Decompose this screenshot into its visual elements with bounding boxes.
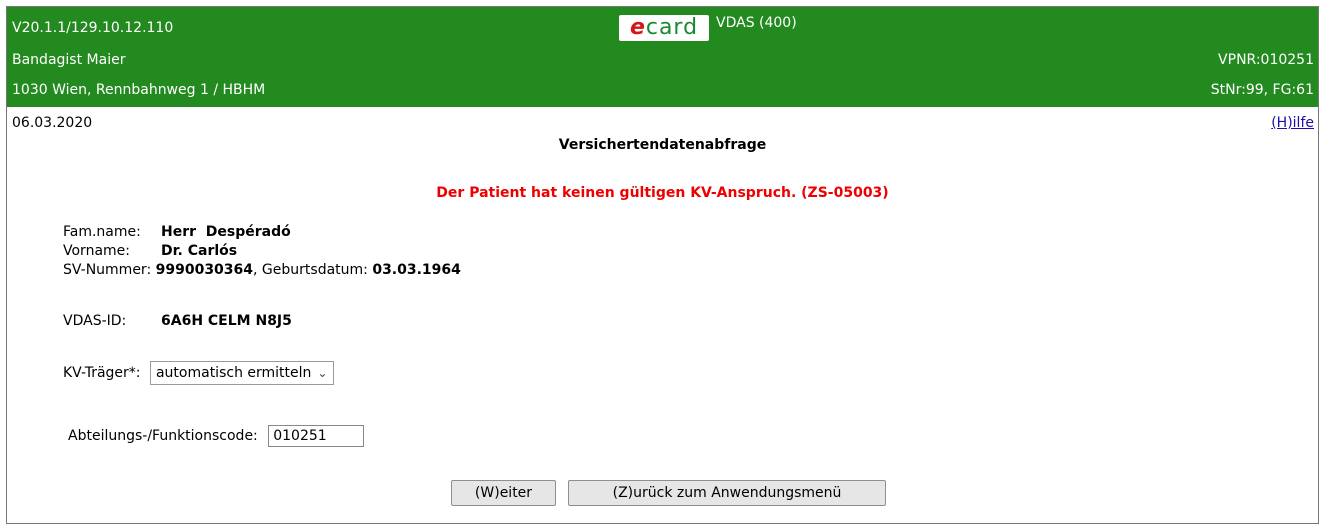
provider-address: 1030 Wien, Rennbahnweg 1 / HBHM <box>12 82 266 98</box>
abteilung-row: Abteilungs-/Funktionscode: 010251 <box>68 425 365 447</box>
weiter-button[interactable]: (W)eiter <box>451 480 556 506</box>
app-title: VDAS (400) <box>716 15 797 31</box>
kv-traeger-selected: automatisch ermitteln <box>155 365 312 381</box>
kv-traeger-label: KV-Träger*: <box>63 365 141 381</box>
famname-row: Fam.name: Herr Despéradó <box>63 223 461 242</box>
header-row-3: 1030 Wien, Rennbahnweg 1 / HBHM StNr:99,… <box>7 82 1318 104</box>
chevron-down-icon: ⌄ <box>317 366 328 380</box>
kv-traeger-select[interactable]: automatisch ermitteln ⌄ <box>149 361 335 385</box>
vorname-label: Vorname: <box>63 243 130 259</box>
geburtsdatum-label: , Geburtsdatum: <box>253 262 368 278</box>
ecard-logo: ecard <box>619 15 709 41</box>
abteilung-input[interactable]: 010251 <box>268 425 365 447</box>
version-text: V20.1.1/129.10.12.110 <box>12 20 174 36</box>
ecard-logo-card: card <box>645 15 699 40</box>
error-message: Der Patient hat keinen gültigen KV-Anspr… <box>436 185 889 201</box>
famname-value: Herr Despéradó <box>161 224 291 240</box>
header-row-2: Bandagist Maier VPNR:010251 <box>7 52 1318 74</box>
page-title: Versichertendatenabfrage <box>558 137 767 153</box>
vpnr-text: VPNR:010251 <box>1218 52 1314 68</box>
current-date: 06.03.2020 <box>12 115 93 131</box>
vdas-id-row: VDAS-ID: 6A6H CELM N8J5 <box>63 312 292 331</box>
sv-label: SV-Nummer: <box>63 262 152 278</box>
help-link[interactable]: (H)ilfe <box>1271 115 1314 131</box>
sv-row: SV-Nummer: 9990030364, Geburtsdatum: 03.… <box>63 261 461 280</box>
patient-name-block: Fam.name: Herr Despéradó Vorname: Dr. Carl… <box>63 223 461 280</box>
kv-traeger-row: KV-Träger*: automatisch ermitteln ⌄ <box>63 361 335 385</box>
ecard-logo-e: e <box>629 15 646 40</box>
vdas-id-label: VDAS-ID: <box>63 313 127 329</box>
vorname-value: Dr. Carlós <box>161 243 238 259</box>
app-window: V20.1.1/129.10.12.110 ecard VDAS (400) B… <box>6 6 1319 524</box>
provider-name: Bandagist Maier <box>12 52 126 68</box>
zurueck-button[interactable]: (Z)urück zum Anwendungsmenü <box>568 480 886 506</box>
geburtsdatum-value: 03.03.1964 <box>372 262 461 278</box>
famname-label: Fam.name: <box>63 224 141 240</box>
stnr-text: StNr:99, FG:61 <box>1210 82 1314 98</box>
vdas-id-value: 6A6H CELM N8J5 <box>161 313 292 329</box>
header-bar: V20.1.1/129.10.12.110 ecard VDAS (400) B… <box>7 7 1318 107</box>
vorname-row: Vorname: Dr. Carlós <box>63 242 461 261</box>
sv-value: 9990030364 <box>155 262 254 278</box>
abteilung-label: Abteilungs-/Funktionscode: <box>68 428 258 444</box>
